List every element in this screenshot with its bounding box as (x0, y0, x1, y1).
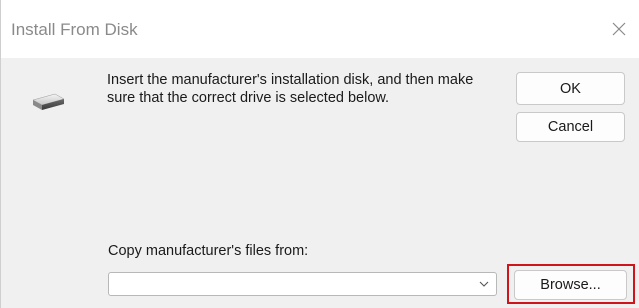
close-button[interactable] (604, 14, 634, 44)
instruction-text: Insert the manufacturer's installation d… (107, 72, 474, 106)
dialog-title: Install From Disk (11, 20, 138, 39)
ok-button[interactable]: OK (516, 72, 625, 105)
copy-from-input[interactable] (113, 275, 463, 293)
title-bar: Install From Disk (1, 0, 639, 58)
browse-button[interactable]: Browse... (514, 270, 627, 300)
cancel-button[interactable]: Cancel (516, 112, 625, 142)
close-icon (612, 22, 626, 36)
copy-from-label: Copy manufacturer's files from: (108, 243, 309, 259)
copy-from-combobox[interactable] (108, 272, 497, 296)
disk-drive-icon (32, 93, 65, 110)
chevron-down-icon[interactable] (478, 278, 490, 290)
install-from-disk-dialog: Install From Disk Insert the manufacture… (0, 0, 639, 308)
